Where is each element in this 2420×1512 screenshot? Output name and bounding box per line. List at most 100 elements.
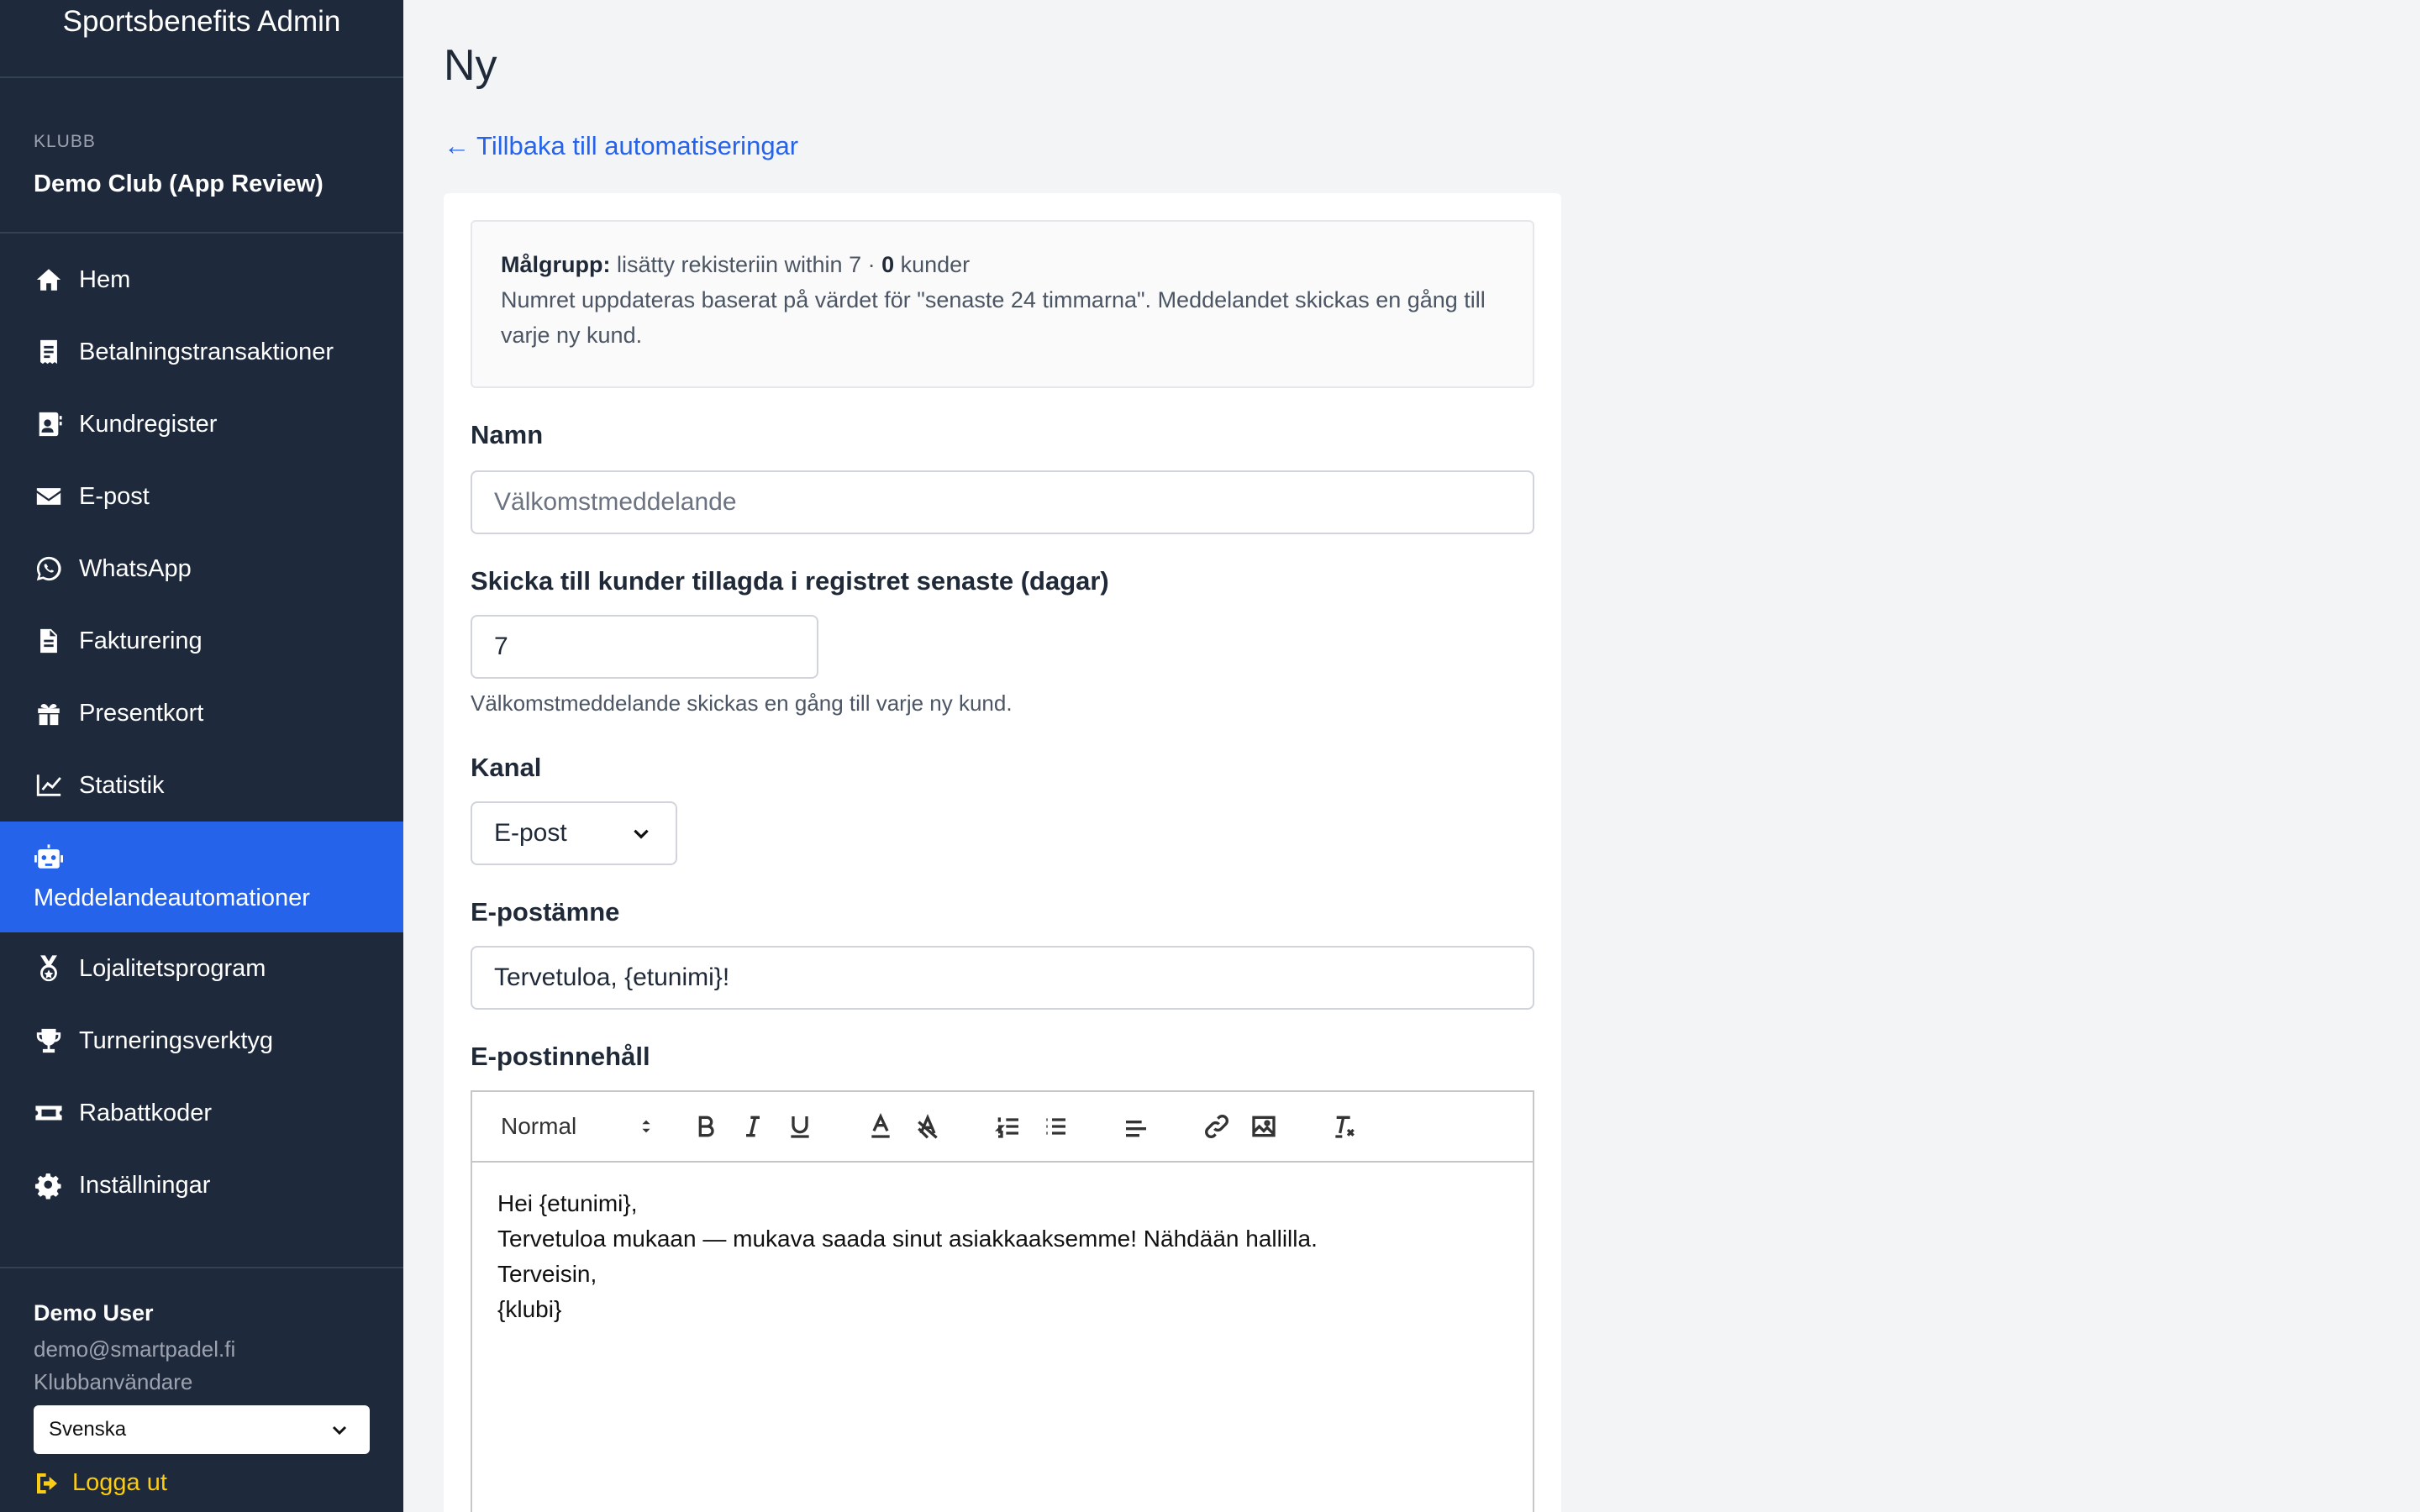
- envelope-icon: [34, 481, 64, 512]
- sidebar-item-label: Meddelandeautomationer: [34, 884, 310, 911]
- sidebar-item-betalningstransaktioner[interactable]: Betalningstransaktioner: [0, 316, 403, 388]
- ordered-list-button[interactable]: [992, 1110, 1025, 1143]
- channel-label: Kanal: [471, 753, 542, 782]
- days-input[interactable]: 7: [471, 615, 818, 679]
- underline-button[interactable]: [783, 1110, 817, 1143]
- audience-count: 0: [881, 252, 895, 277]
- editor-line: Tervetuloa mukaan — mukava saada sinut a…: [497, 1226, 1318, 1252]
- bullet-list-button[interactable]: [1039, 1110, 1072, 1143]
- sidebar-item-fakturering[interactable]: Fakturering: [0, 605, 403, 677]
- image-button[interactable]: [1247, 1110, 1281, 1143]
- ordered-list-icon: [995, 1117, 1018, 1138]
- audience-note: Numret uppdateras baserat på värdet för …: [501, 287, 1486, 348]
- sidebar-item-whatsapp[interactable]: WhatsApp: [0, 533, 403, 605]
- updown-arrows-icon: [642, 1120, 650, 1133]
- bold-icon: [698, 1116, 714, 1137]
- receipt-icon: [34, 337, 64, 367]
- robot-icon: [34, 843, 64, 873]
- editor-line: Hei {etunimi},: [497, 1190, 638, 1216]
- editor-toolbar: Normal: [472, 1092, 1533, 1163]
- sidebar-item-presentkort[interactable]: Presentkort: [0, 677, 403, 749]
- sidebar-item-label: Rabattkoder: [79, 1099, 212, 1126]
- back-link[interactable]: ← Tillbaka till automatiseringar: [444, 131, 798, 161]
- language-value: Svenska: [49, 1418, 127, 1441]
- sidebar-item-label: Betalningstransaktioner: [79, 338, 334, 365]
- home-icon: [34, 265, 64, 295]
- audience-info-box: Målgrupp: lisätty rekisteriin within 7 ·…: [471, 220, 1534, 388]
- clear-format-button[interactable]: [1328, 1110, 1361, 1143]
- gear-icon: [34, 1170, 64, 1200]
- sidebar-item-label: Presentkort: [79, 699, 204, 727]
- sidebar-item-label: WhatsApp: [79, 554, 192, 582]
- name-input[interactable]: Välkomstmeddelande: [471, 470, 1534, 534]
- editor-content[interactable]: Hei {etunimi}, Tervetuloa mukaan — mukav…: [472, 1163, 1533, 1351]
- link-button[interactable]: [1200, 1110, 1234, 1143]
- background-color-button[interactable]: [911, 1110, 944, 1143]
- underline-icon: [791, 1116, 809, 1138]
- contact-card-icon: [34, 409, 64, 439]
- text-color-icon: [871, 1113, 890, 1138]
- days-help: Välkomstmeddelande skickas en gång till …: [471, 690, 1013, 716]
- sidebar-item-label: Inställningar: [79, 1171, 211, 1199]
- name-label: Namn: [471, 420, 544, 449]
- sidebar-item-rabattkoder[interactable]: Rabattkoder: [0, 1077, 403, 1149]
- sidebar-item-hem[interactable]: Hem: [0, 244, 403, 316]
- bold-button[interactable]: [689, 1110, 723, 1143]
- align-button[interactable]: [1119, 1110, 1153, 1143]
- chevron-down-icon: [634, 829, 649, 839]
- chart-line-icon: [34, 770, 64, 801]
- app-title: Sportsbenefits Admin: [0, 0, 403, 78]
- text-color-button[interactable]: [864, 1110, 897, 1143]
- invoice-icon: [34, 626, 64, 656]
- subject-input[interactable]: Tervetuloa, {etunimi}!: [471, 946, 1534, 1010]
- audience-summary: Målgrupp: lisätty rekisteriin within 7 ·…: [501, 247, 1504, 282]
- channel-select[interactable]: E-post: [471, 801, 677, 865]
- subject-label: E-postämne: [471, 897, 620, 927]
- user-panel: Demo User demo@smartpadel.fi Klubbanvänd…: [0, 1267, 403, 1512]
- sidebar-item-turneringsverktyg[interactable]: Turneringsverktyg: [0, 1005, 403, 1077]
- audience-label: Målgrupp:: [501, 252, 611, 277]
- medal-icon: [34, 953, 64, 984]
- language-select[interactable]: Svenska: [34, 1405, 370, 1454]
- club-name: Demo Club (App Review): [34, 171, 324, 197]
- sidebar-item-installningar[interactable]: Inställningar: [0, 1149, 403, 1221]
- sidebar-item-label: Statistik: [79, 771, 165, 799]
- rich-text-editor: Normal Hei {etunimi}, Tervetuloa mukaan …: [471, 1090, 1534, 1512]
- sidebar-item-label: Kundregister: [79, 410, 218, 438]
- logout-label: Logga ut: [72, 1469, 167, 1496]
- form-card: Målgrupp: lisätty rekisteriin within 7 ·…: [444, 193, 1561, 1512]
- sidebar-item-label: E-post: [79, 482, 150, 510]
- audience-text: lisätty rekisteriin within 7 ·: [610, 252, 882, 277]
- sign-out-icon: [37, 1473, 57, 1494]
- format-select[interactable]: Normal: [501, 1113, 655, 1140]
- editor-line: {klubi}: [497, 1296, 562, 1322]
- ticket-icon: [34, 1098, 64, 1128]
- clear-format-icon: [1335, 1116, 1355, 1138]
- trophy-icon: [34, 1026, 64, 1056]
- logout-button[interactable]: Logga ut: [34, 1469, 370, 1497]
- sidebar: Sportsbenefits Admin KLUBB Demo Club (Ap…: [0, 0, 403, 1512]
- sidebar-item-e-post[interactable]: E-post: [0, 460, 403, 533]
- sidebar-item-label: Turneringsverktyg: [79, 1026, 274, 1054]
- bullet-list-icon: [1046, 1118, 1065, 1135]
- editor-line: Terveisin,: [497, 1261, 597, 1287]
- chevron-down-icon: [332, 1425, 347, 1436]
- user-role: Klubbanvändare: [34, 1369, 193, 1394]
- italic-button[interactable]: [736, 1110, 770, 1143]
- format-value: Normal: [501, 1113, 577, 1139]
- whatsapp-icon: [34, 554, 64, 584]
- page-title: Ny: [444, 41, 497, 90]
- main-content: Ny ← Tillbaka till automatiseringar Målg…: [403, 0, 2420, 1512]
- gift-icon: [34, 698, 64, 728]
- sidebar-item-lojalitetsprogram[interactable]: Lojalitetsprogram: [0, 932, 403, 1005]
- italic-icon: [746, 1116, 760, 1137]
- channel-value: E-post: [494, 819, 567, 847]
- sidebar-nav: Hem Betalningstransaktioner Kundregister…: [0, 234, 403, 1221]
- image-icon: [1252, 1116, 1276, 1137]
- sidebar-item-statistik[interactable]: Statistik: [0, 749, 403, 822]
- club-label: KLUBB: [34, 132, 96, 151]
- sidebar-item-meddelandeautomationer[interactable]: Meddelandeautomationer: [0, 822, 403, 932]
- sidebar-item-kundregister[interactable]: Kundregister: [0, 388, 403, 460]
- align-left-icon: [1126, 1121, 1146, 1137]
- club-section: KLUBB Demo Club (App Review): [0, 78, 403, 234]
